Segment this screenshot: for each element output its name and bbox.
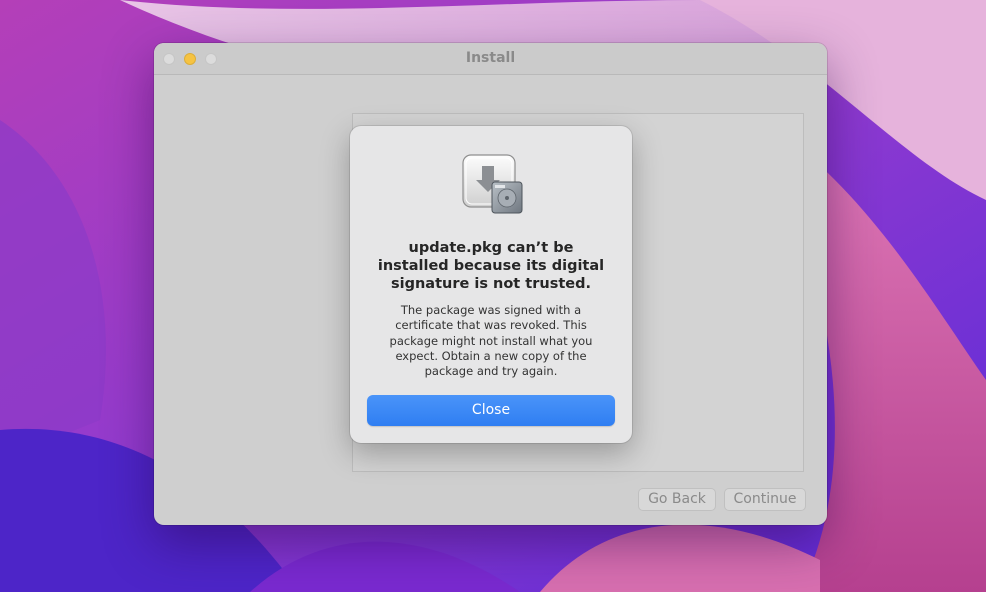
dialog-message: The package was signed with a certificat… — [389, 303, 593, 379]
go-back-button[interactable]: Go Back — [638, 488, 716, 511]
title-bar[interactable]: Install — [154, 43, 827, 75]
window-title: Install — [465, 50, 516, 66]
continue-button[interactable]: Continue — [724, 488, 806, 511]
close-button[interactable]: Close — [367, 395, 615, 426]
alert-dialog: update.pkg can’t be installed because it… — [350, 126, 632, 443]
dialog-title: update.pkg can’t be installed because it… — [377, 240, 605, 292]
installer-package-icon — [462, 154, 526, 216]
